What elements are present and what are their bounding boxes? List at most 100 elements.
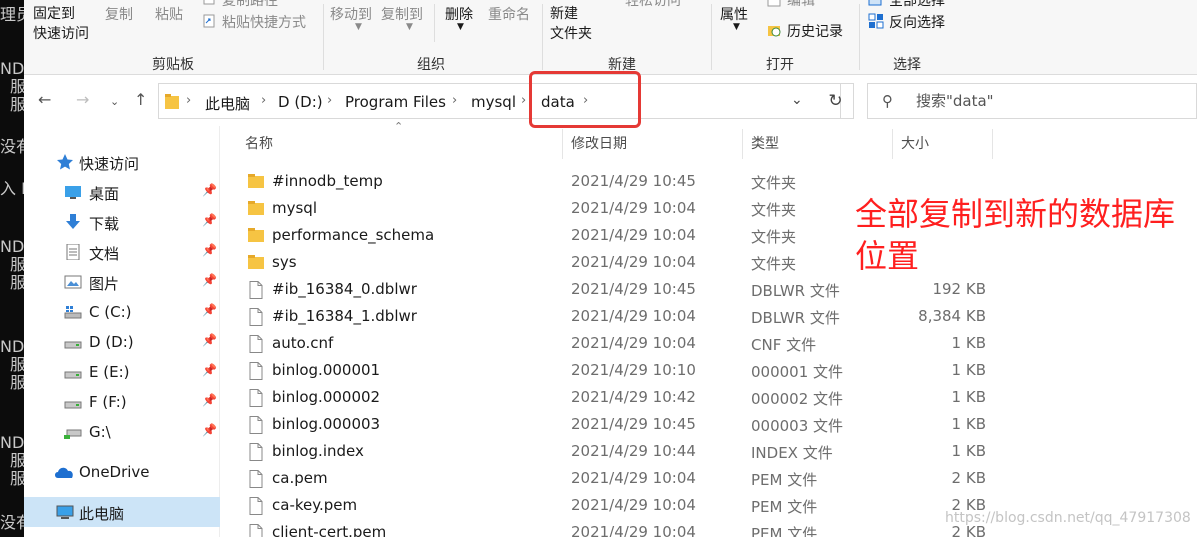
breadcrumb-this-pc[interactable]: 此电脑	[205, 93, 250, 114]
file-row[interactable]: #ib_16384_1.dblwr 2021/4/29 10:04 DBLWR 文件…	[240, 303, 1000, 330]
move-to-button[interactable]: 移动到	[330, 4, 372, 24]
pin-icon[interactable]: 📌	[202, 423, 217, 437]
sidebar-item-drive-g[interactable]: G:\ 📌	[24, 417, 220, 447]
sidebar-item-desktop[interactable]: 桌面 📌	[24, 177, 220, 207]
sidebar-item-downloads[interactable]: 下载 📌	[24, 207, 220, 237]
drive-icon	[64, 371, 82, 379]
file-row[interactable]: #ib_16384_0.dblwr 2021/4/29 10:45 DBLWR 文件…	[240, 276, 1000, 303]
file-date: 2021/4/29 10:04	[571, 307, 696, 325]
file-row[interactable]: binlog.000003 2021/4/29 10:45 000003 文件 1 K…	[240, 411, 1000, 438]
background-terminal-window: 理员 NDO 服 服 没有 入 N NDO 服 服 NDO 服 服 NDO 服 …	[0, 0, 24, 537]
breadcrumb-program-files[interactable]: Program Files	[345, 93, 446, 111]
column-header-type[interactable]: 类型	[751, 133, 779, 153]
file-row[interactable]: binlog.000001 2021/4/29 10:10 000001 文件 1 K…	[240, 357, 1000, 384]
pin-icon[interactable]: 📌	[202, 273, 217, 287]
file-name: auto.cnf	[272, 334, 334, 352]
file-type: DBLWR 文件	[751, 309, 840, 327]
copy-path-button[interactable]: 复制路径	[222, 0, 278, 10]
download-icon	[66, 214, 80, 229]
file-row[interactable]: client-cert.pem 2021/4/29 10:04 PEM 文件 2 KB	[240, 519, 1000, 537]
sidebar-item-pictures[interactable]: 图片 📌	[24, 267, 220, 297]
sidebar-item-drive-d[interactable]: D (D:) 📌	[24, 327, 220, 357]
properties-button[interactable]: 属性	[720, 4, 748, 24]
sidebar-item-documents[interactable]: 文档 📌	[24, 237, 220, 267]
ribbon-divider	[859, 4, 860, 70]
pin-icon[interactable]: 📌	[202, 213, 217, 227]
column-divider[interactable]	[992, 129, 993, 159]
file-icon	[249, 335, 263, 353]
sidebar-item-onedrive[interactable]: OneDrive	[24, 457, 220, 487]
file-row[interactable]: ca.pem 2021/4/29 10:04 PEM 文件 2 KB	[240, 465, 1000, 492]
easy-access-button[interactable]: 轻松访问	[625, 0, 681, 10]
back-arrow-icon[interactable]: ←	[38, 90, 51, 110]
pin-icon[interactable]: 📌	[202, 333, 217, 347]
column-header-size[interactable]: 大小	[901, 133, 929, 153]
breadcrumb-separator-icon[interactable]: ›	[452, 93, 457, 108]
sidebar-item-drive-f[interactable]: F (F:) 📌	[24, 387, 220, 417]
breadcrumb-separator-icon[interactable]: ›	[186, 93, 191, 108]
refresh-button[interactable]: ↻	[818, 83, 854, 119]
select-all-button[interactable]: 全部选择	[889, 0, 945, 10]
terminal-line: NDO	[0, 433, 24, 452]
pin-icon[interactable]: 📌	[202, 183, 217, 197]
recent-locations-chevron-icon[interactable]: ⌄	[110, 92, 119, 112]
watermark: https://blog.csdn.net/qq_47917308	[945, 510, 1191, 526]
up-arrow-icon[interactable]: ↑	[134, 90, 147, 110]
paste-button[interactable]: 粘贴	[155, 4, 183, 24]
sidebar-item-this-pc[interactable]: 此电脑	[24, 497, 220, 527]
breadcrumb-mysql[interactable]: mysql	[471, 93, 516, 111]
file-name: binlog.000001	[272, 361, 381, 379]
file-size: 1 KB	[951, 442, 986, 460]
breadcrumb-drive-d[interactable]: D (D:)	[278, 93, 323, 111]
column-divider[interactable]	[562, 129, 563, 159]
file-row[interactable]: ca-key.pem 2021/4/29 10:04 PEM 文件 2 KB	[240, 492, 1000, 519]
forward-arrow-icon[interactable]: →	[76, 90, 89, 110]
search-input[interactable]	[916, 92, 1186, 110]
file-icon	[249, 443, 263, 461]
copy-to-button[interactable]: 复制到	[381, 4, 423, 24]
address-dropdown-chevron-icon[interactable]: ⌄	[791, 92, 803, 108]
breadcrumb-separator-icon[interactable]: ›	[327, 93, 332, 108]
breadcrumb-separator-icon[interactable]: ›	[521, 93, 526, 108]
file-row[interactable]: auto.cnf 2021/4/29 10:04 CNF 文件 1 KB	[240, 330, 1000, 357]
document-icon	[66, 244, 80, 260]
chevron-down-icon: ▼	[457, 22, 464, 32]
invert-selection-icon	[868, 13, 884, 29]
drive-c-icon	[64, 306, 82, 319]
file-row[interactable]: binlog.index 2021/4/29 10:44 INDEX 文件 1 KB	[240, 438, 1000, 465]
history-button[interactable]: 历史记录	[787, 21, 843, 41]
sidebar-item-drive-e[interactable]: E (E:) 📌	[24, 357, 220, 387]
edit-button[interactable]: 编辑	[787, 0, 815, 10]
terminal-line: 服	[10, 373, 24, 392]
sidebar-item-drive-c[interactable]: C (C:) 📌	[24, 297, 220, 327]
copy-button[interactable]: 复制	[105, 4, 133, 24]
file-name: sys	[272, 253, 297, 271]
sidebar-item-quick-access[interactable]: 快速访问	[24, 147, 220, 177]
pin-quick-access-button[interactable]: 固定到 快速访问	[33, 4, 89, 44]
address-bar[interactable]: › 此电脑 › D (D:) › Program Files › mysql ›…	[158, 83, 841, 119]
pin-icon[interactable]: 📌	[202, 303, 217, 317]
column-divider[interactable]	[892, 129, 893, 159]
ribbon-divider	[434, 4, 435, 42]
file-row[interactable]: binlog.000002 2021/4/29 10:42 000002 文件 1 K…	[240, 384, 1000, 411]
file-date: 2021/4/29 10:44	[571, 442, 696, 460]
file-type: DBLWR 文件	[751, 282, 840, 300]
column-header-name[interactable]: 名称	[245, 133, 273, 153]
paste-shortcut-button[interactable]: 粘贴快捷方式	[222, 12, 306, 32]
pin-icon[interactable]: 📌	[202, 363, 217, 377]
pin-icon[interactable]: 📌	[202, 243, 217, 257]
rename-button[interactable]: 重命名	[488, 4, 530, 24]
pin-icon[interactable]: 📌	[202, 393, 217, 407]
organize-group-label: 组织	[417, 57, 445, 73]
breadcrumb-separator-icon[interactable]: ›	[261, 93, 266, 108]
column-divider[interactable]	[742, 129, 743, 159]
invert-selection-button[interactable]: 反向选择	[889, 12, 945, 32]
search-box[interactable]: ⚲	[867, 83, 1197, 119]
navigation-pane: 快速访问 桌面 📌 下载 📌 文档 📌 图片 📌 C (C:) 📌 D (D:)…	[24, 126, 220, 537]
column-header-date[interactable]: 修改日期	[571, 133, 627, 153]
file-size: 1 KB	[951, 334, 986, 352]
new-folder-button[interactable]: 新建 文件夹	[550, 4, 592, 44]
delete-button[interactable]: 删除	[445, 4, 473, 24]
file-date: 2021/4/29 10:04	[571, 199, 696, 217]
file-row[interactable]: #innodb_temp 2021/4/29 10:45 文件夹	[240, 168, 1000, 195]
